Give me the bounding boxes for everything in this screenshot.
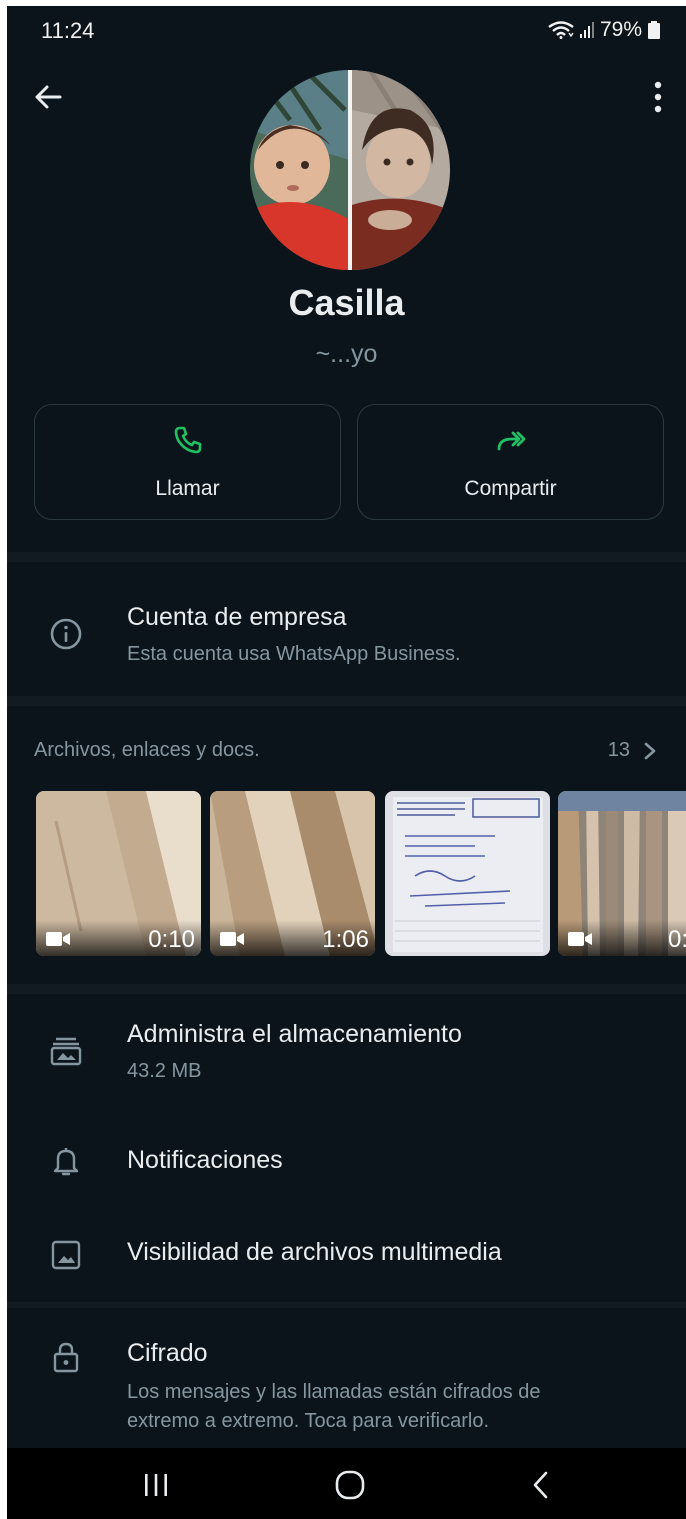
bell-icon <box>53 1148 79 1176</box>
status-time: 11:24 <box>41 18 95 43</box>
notifications-title: Notificaciones <box>127 1146 283 1174</box>
video-camera-icon <box>46 932 70 946</box>
status-bar: 11:24 79% <box>7 6 686 58</box>
video-duration: 0: <box>668 926 686 953</box>
document-photo-thumbnail <box>385 791 550 956</box>
media-count[interactable]: 13 <box>608 739 630 762</box>
contact-name: Casilla <box>288 282 405 323</box>
video-duration: 0:10 <box>148 926 195 953</box>
media-thumbnail[interactable]: 1:06 <box>210 791 375 956</box>
video-camera-icon <box>220 932 244 946</box>
phone-icon <box>174 426 201 454</box>
system-nav-bar <box>7 1448 686 1519</box>
section-divider <box>7 984 686 994</box>
battery-percent: 79% <box>599 18 642 41</box>
media-visibility-title: Visibilidad de archivos multimedia <box>127 1238 502 1266</box>
back-arrow-icon[interactable] <box>33 82 63 112</box>
business-title: Cuenta de empresa <box>127 603 347 631</box>
section-divider <box>7 552 686 562</box>
info-icon <box>50 618 82 650</box>
image-icon <box>51 1240 81 1270</box>
call-label: Llamar <box>155 477 220 500</box>
folder-stack-icon <box>50 1037 82 1066</box>
media-thumbnail[interactable] <box>385 791 550 956</box>
share-arrow-icon <box>497 431 525 451</box>
home-icon[interactable] <box>335 1470 365 1500</box>
share-label: Compartir <box>464 477 557 500</box>
contact-info-screen: 11:24 79% Casilla ~...yo Llamar Comparti… <box>7 6 686 1519</box>
signal-icon <box>579 22 594 38</box>
avatar-photo <box>250 70 450 270</box>
media-thumbnail[interactable]: 0: <box>558 791 686 956</box>
recent-apps-icon[interactable] <box>143 1473 169 1497</box>
manage-storage-title: Administra el almacenamiento <box>127 1020 462 1048</box>
contact-avatar[interactable] <box>250 70 450 270</box>
storage-size: 43.2 MB <box>127 1060 202 1082</box>
wifi-icon <box>548 21 574 39</box>
encryption-title: Cifrado <box>127 1339 208 1367</box>
encryption-line-1: Los mensajes y las llamadas están cifrad… <box>127 1381 541 1403</box>
battery-icon <box>648 21 660 39</box>
business-subtitle: Esta cuenta usa WhatsApp Business. <box>127 643 461 665</box>
lock-icon <box>53 1342 79 1373</box>
contact-about: ~...yo <box>315 340 378 368</box>
encryption-line-2: extremo a extremo. Toca para verificarlo… <box>127 1410 490 1432</box>
section-divider <box>7 1302 686 1308</box>
video-camera-icon <box>568 932 592 946</box>
section-divider <box>7 696 686 706</box>
media-section-title[interactable]: Archivos, enlaces y docs. <box>34 739 260 762</box>
call-button[interactable]: Llamar <box>34 404 341 520</box>
more-options-icon[interactable] <box>652 80 664 114</box>
status-icons: 79% <box>548 18 660 42</box>
back-nav-icon[interactable] <box>531 1470 551 1500</box>
share-button[interactable]: Compartir <box>357 404 664 520</box>
chevron-right-icon[interactable] <box>642 741 658 761</box>
media-thumbnail[interactable]: 0:10 <box>36 791 201 956</box>
video-duration: 1:06 <box>322 926 369 953</box>
